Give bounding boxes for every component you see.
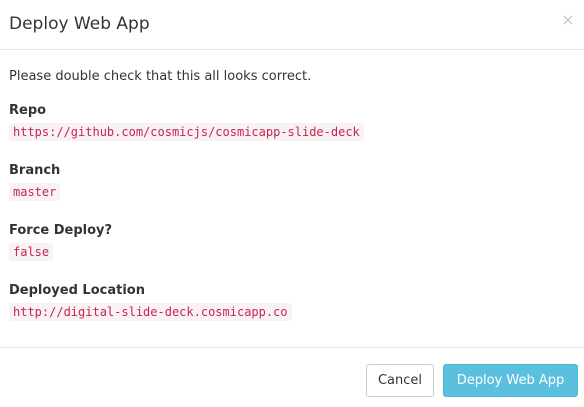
branch-value: master <box>9 183 61 201</box>
dialog-body: Please double check that this all looks … <box>0 51 584 347</box>
confirmation-message: Please double check that this all looks … <box>9 69 312 84</box>
repo-label: Repo <box>9 103 47 118</box>
branch-label: Branch <box>9 163 61 178</box>
dialog-header: Deploy Web App × <box>0 0 584 50</box>
deployed-location-label: Deployed Location <box>9 283 145 298</box>
deploy-web-app-button[interactable]: Deploy Web App <box>443 364 578 397</box>
force-deploy-value: false <box>9 243 54 261</box>
deploy-web-app-dialog: Deploy Web App × Please double check tha… <box>0 0 584 407</box>
deployed-location-value: http://digital-slide-deck.cosmicapp.co <box>9 303 292 321</box>
dialog-footer: Cancel Deploy Web App <box>0 347 584 407</box>
repo-value: https://github.com/cosmicjs/cosmicapp-sl… <box>9 123 364 141</box>
close-icon[interactable]: × <box>561 12 575 28</box>
dialog-title: Deploy Web App <box>9 14 150 34</box>
cancel-button[interactable]: Cancel <box>366 364 434 397</box>
force-deploy-label: Force Deploy? <box>9 223 113 238</box>
